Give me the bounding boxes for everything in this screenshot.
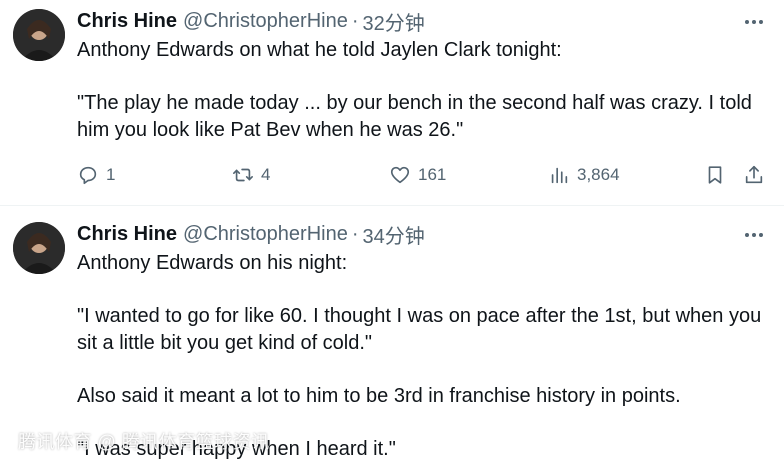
reply-button[interactable]: 1 (77, 160, 115, 190)
like-count: 161 (418, 165, 447, 184)
separator: · (351, 9, 359, 32)
avatar[interactable] (13, 222, 65, 274)
author-handle[interactable]: @ChristopherHine (183, 10, 348, 33)
repost-icon (233, 168, 253, 182)
avatar[interactable] (13, 9, 65, 61)
tweet-text-line: "The play he made today ... by our bench… (77, 92, 752, 141)
reply-icon (79, 166, 97, 185)
watermark: 腾讯体育 @ 腾讯体育篮球资讯 (18, 432, 270, 452)
tweet-text-line: Also said it meant a lot to him to be 3r… (77, 385, 681, 407)
timestamp[interactable]: 34分钟 (363, 220, 425, 249)
tweet-header: Chris Hine @ChristopherHine · 34分钟 (77, 220, 425, 249)
reply-count: 1 (106, 165, 116, 184)
repost-count: 4 (261, 165, 271, 184)
author-name[interactable]: Chris Hine (77, 223, 177, 246)
author-name[interactable]: Chris Hine (77, 10, 177, 33)
tweet-text-line: Anthony Edwards on his night: (77, 252, 348, 274)
share-button[interactable] (743, 160, 765, 190)
tweet[interactable]: Chris Hine @ChristopherHine · 34分钟 Antho… (0, 206, 784, 466)
repost-button[interactable]: 4 (232, 160, 270, 190)
tweet-text-line: "I wanted to go for like 60. I thought I… (77, 305, 762, 354)
bookmark-button[interactable] (704, 160, 726, 190)
bookmark-icon (708, 166, 722, 184)
tweet-header: Chris Hine @ChristopherHine · 32分钟 (77, 7, 425, 36)
like-button[interactable]: 161 (389, 160, 446, 190)
more-horizontal-icon (744, 233, 765, 237)
more-options-button[interactable] (742, 10, 766, 34)
tweet-text: Anthony Edwards on what he told Jaylen C… (77, 37, 770, 144)
tweet[interactable]: Chris Hine @ChristopherHine · 32分钟 Antho… (0, 0, 784, 205)
tweet-actions: 1 4 161 3,864 (77, 160, 770, 190)
more-options-button[interactable] (742, 223, 766, 247)
views-button[interactable]: 3,864 (548, 160, 620, 190)
author-handle[interactable]: @ChristopherHine (183, 223, 348, 246)
views-count: 3,864 (577, 165, 620, 184)
timestamp[interactable]: 32分钟 (363, 7, 425, 36)
more-horizontal-icon (744, 20, 765, 24)
share-icon (745, 165, 763, 184)
tweet-text-line: Anthony Edwards on what he told Jaylen C… (77, 39, 562, 61)
views-chart-icon (551, 167, 568, 184)
separator: · (351, 222, 359, 245)
heart-icon (390, 166, 410, 184)
